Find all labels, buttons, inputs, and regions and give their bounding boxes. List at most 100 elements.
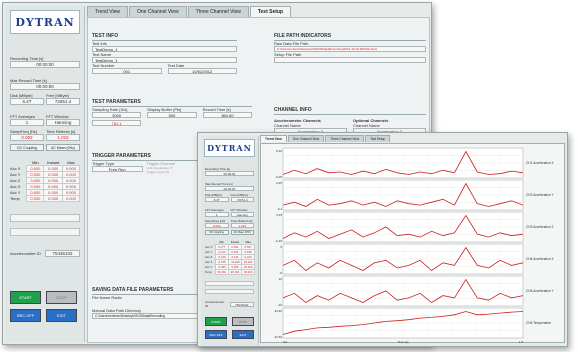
y-tick-label: -0.1 bbox=[277, 207, 283, 211]
stats-cell: 0.000 bbox=[43, 195, 63, 202]
recording-time-field: Recording Time [s] 00:00:00 bbox=[10, 56, 80, 68]
test-date-input[interactable]: 10/02/2012 bbox=[167, 68, 237, 74]
channel-legend-label: CH1 Acceleration X bbox=[526, 161, 555, 165]
disk-free-row: Disk [MByte] 6.4T Free [MByte] 72651.4 bbox=[205, 191, 254, 202]
tab-trend-view[interactable]: Trend View bbox=[87, 6, 129, 17]
tab-one-channel-view[interactable]: One Channel View bbox=[129, 6, 187, 17]
max-record-value: 00:00:00 bbox=[10, 83, 80, 90]
max-record-field: Max Record Time [s] 00:00:00 bbox=[205, 182, 254, 191]
recording-time-value: 00:00:00 bbox=[10, 61, 80, 68]
rec-off-button[interactable]: REC OFF bbox=[205, 330, 227, 339]
accelerometer-id-row: Accelerometer ID 75436102 bbox=[205, 300, 254, 308]
tab-three-channel-view[interactable]: Three Channel View bbox=[187, 6, 249, 17]
exit-button[interactable]: EXIT bbox=[46, 309, 77, 322]
samp-freq-value: 0.002 bbox=[10, 134, 44, 141]
display-buffer-input[interactable]: 500 bbox=[147, 112, 197, 118]
trigger-title: TRIGGER PARAMETERS bbox=[92, 152, 197, 161]
channel-legend-label: CH6 Temperature bbox=[526, 321, 551, 325]
recording-time-value: 00:00:00 bbox=[205, 171, 254, 176]
x-tick-label: 0.0 bbox=[283, 340, 288, 344]
sampling-rate-actual: 781.1 bbox=[92, 120, 142, 126]
stats-cell: 36.340 bbox=[241, 269, 255, 275]
status-sidebar: DYTRAN Recording Time [s] 00:00:00 Max R… bbox=[201, 136, 259, 345]
test-params-title: TEST PARAMETERS bbox=[92, 98, 252, 107]
logo-text: DYTRAN bbox=[15, 15, 75, 29]
file-path-title: FILE PATH INDICATORS bbox=[274, 32, 426, 41]
y-tick-label: 0.25 bbox=[276, 181, 282, 185]
fft-avg-value[interactable]: 1 bbox=[10, 119, 44, 126]
y-tick-label: -0.05 bbox=[275, 175, 282, 179]
tab-trend-view[interactable]: Trend View bbox=[260, 135, 287, 142]
y-tick-label: 10 bbox=[279, 277, 283, 281]
sampling-rate-input[interactable]: 2000 bbox=[92, 112, 142, 118]
stats-cell: 0.000 bbox=[26, 195, 45, 202]
stats-row-label: Temp bbox=[205, 270, 212, 274]
saving-section: SAVING DATA FILE PARAMETERS File Name Ra… bbox=[92, 286, 200, 319]
view-tabs: Trend View One Channel View Three Channe… bbox=[260, 135, 391, 142]
ac-coupling-button[interactable]: AC Mean (0Hz) bbox=[230, 230, 254, 235]
tab-test-setup[interactable]: Test Setup bbox=[365, 135, 391, 142]
start-button[interactable]: START bbox=[10, 291, 41, 304]
trigger-level-label: Trigger Level [%] bbox=[146, 170, 170, 174]
coupling-row: DC Coupling AC Mean (0Hz) bbox=[10, 144, 80, 151]
test-info-title: TEST INFO bbox=[92, 32, 237, 41]
trigger-row: Trigger Type Free Run Trigger Channel CH… bbox=[92, 161, 197, 174]
stats-cell: -11.445 bbox=[227, 259, 243, 265]
status-strip bbox=[10, 214, 80, 222]
y-tick-label: -6 bbox=[279, 271, 282, 275]
channel-legend-label: CH3 Acceleration Z bbox=[526, 225, 554, 229]
fft-window-select[interactable]: Hanning bbox=[46, 119, 80, 126]
channel-legend-label: CH2 Acceleration Y bbox=[526, 193, 554, 197]
freq-row: SampFreq [Hz] 0.002 Time Refresh [s] 1.0… bbox=[10, 126, 80, 141]
data-dir-input[interactable]: C:\Users\neheran\Desktop\091025dataRecor… bbox=[92, 313, 200, 319]
channel-stats-table: Min Instant Max Acc X 0.177 0.001 0.527 Acc… bbox=[205, 240, 255, 275]
stop-button[interactable]: STOP bbox=[232, 317, 254, 326]
ac-coupling-button[interactable]: AC Mean (0Hz) bbox=[46, 144, 80, 151]
stop-button[interactable]: STOP bbox=[46, 291, 77, 304]
accelerometer-id-value[interactable]: 75436102 bbox=[45, 250, 80, 257]
exit-button[interactable]: EXIT bbox=[232, 330, 254, 339]
x-tick-label: 1.8 bbox=[519, 340, 524, 344]
y-tick-label: 32.50 bbox=[274, 335, 282, 339]
brand-logo: DYTRAN bbox=[204, 139, 255, 157]
channel-info-section: CHANNEL INFO Accelerometer Channels Chan… bbox=[274, 106, 426, 134]
accelerometer-id-value[interactable]: 75436102 bbox=[229, 301, 254, 307]
tab-one-channel-view[interactable]: One Channel View bbox=[287, 135, 325, 142]
rec-off-button[interactable]: REC OFF bbox=[10, 309, 41, 322]
tab-three-channel-view[interactable]: Three Channel View bbox=[325, 135, 365, 142]
dc-coupling-button[interactable]: DC Coupling bbox=[205, 230, 229, 235]
accelerometer-id-label: Accelerometer ID bbox=[10, 251, 41, 256]
max-record-field: Max Record Time [s] 00:00:00 bbox=[10, 78, 80, 90]
status-strip bbox=[205, 289, 254, 294]
start-button[interactable]: START bbox=[205, 317, 227, 326]
x-axis-label: Time [s] bbox=[398, 340, 409, 344]
record-time-input[interactable]: 360.00 bbox=[202, 112, 252, 118]
channel-stats-table: Min Instant Max Acc X 0.000 0.000 0.000 Acc… bbox=[10, 160, 81, 202]
control-buttons-top: START STOP bbox=[205, 317, 254, 326]
control-buttons-bottom: REC OFF EXIT bbox=[10, 309, 77, 322]
free-value: 72651.4 bbox=[230, 197, 254, 202]
trend-view-window: DYTRAN Recording Time [s] 00:00:00 Max R… bbox=[197, 132, 568, 347]
recording-time-field: Recording Time [s] 00:00:00 bbox=[205, 167, 254, 176]
file-name-radio-label: File Name Radio bbox=[92, 295, 122, 300]
status-strip bbox=[10, 228, 80, 236]
test-params-section: TEST PARAMETERS Sampling Rate [S/s] 2000… bbox=[92, 98, 252, 126]
disk-value: 6.4T bbox=[205, 197, 229, 202]
coupling-row: DC Coupling AC Mean (0Hz) bbox=[205, 230, 254, 235]
time-refresh-label: Time Refresh [s] bbox=[230, 219, 253, 223]
stats-row: Temp 36.160 36.194 36.340 bbox=[205, 269, 255, 275]
stats-row-label: Temp bbox=[10, 196, 20, 201]
fft-row: FFT Averages 1 FFT Window Hanning bbox=[10, 111, 80, 126]
tab-test-setup[interactable]: Test Setup bbox=[249, 6, 292, 17]
free-value: 72651.4 bbox=[46, 98, 80, 105]
number-date-row: Test Number 001 Test Date 10/02/2012 bbox=[92, 63, 237, 74]
trigger-section: TRIGGER PARAMETERS Trigger Type Free Run… bbox=[92, 152, 197, 174]
accelerometer-id-row: Accelerometer ID 75436102 bbox=[10, 250, 80, 257]
trend-chart-area: 0.40 -0.05 CH1 Acceleration X 0.25 -0.1 CH2 A… bbox=[260, 143, 566, 344]
control-buttons-bottom: REC OFF EXIT bbox=[205, 330, 254, 339]
samp-freq-label: SampFreq [Hz] bbox=[205, 219, 226, 223]
trend-charts[interactable]: 0.40 -0.05 CH1 Acceleration X 0.25 -0.1 CH2 A… bbox=[261, 144, 566, 344]
trigger-type-select[interactable]: Free Run bbox=[92, 166, 143, 172]
test-number-input[interactable]: 001 bbox=[92, 68, 162, 74]
dc-coupling-button[interactable]: DC Coupling bbox=[10, 144, 44, 151]
